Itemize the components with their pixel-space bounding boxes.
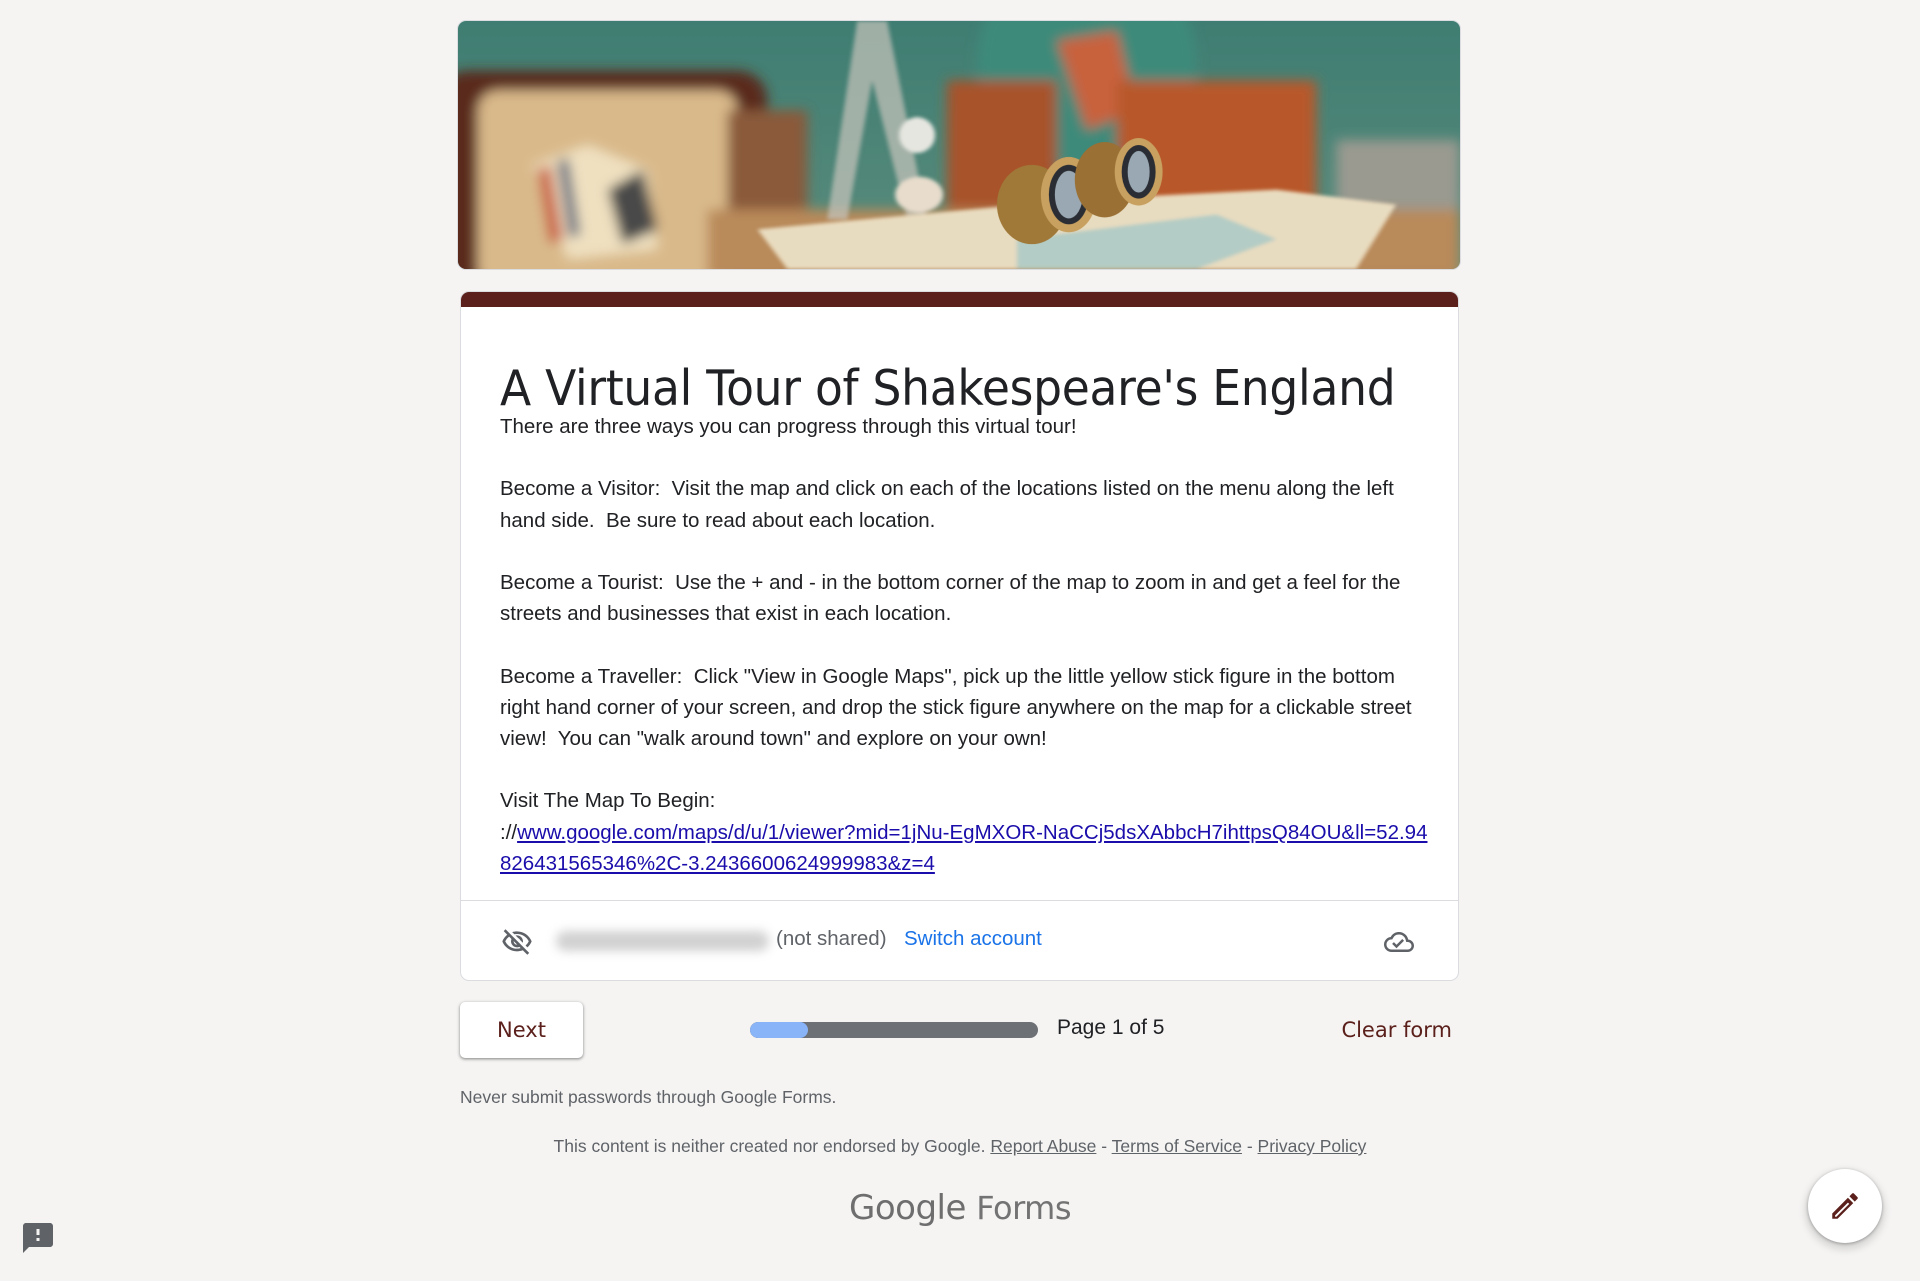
privacy-policy-link[interactable]: Privacy Policy [1258, 1136, 1367, 1156]
google-forms-logo[interactable]: Google Forms [0, 1188, 1920, 1228]
account-email-blurred [556, 931, 769, 951]
feedback-button[interactable] [20, 1220, 56, 1256]
form-title: A Virtual Tour of Shakespeare's England [500, 359, 1396, 417]
form-description: There are three ways you can progress th… [500, 411, 1430, 879]
progress-bar-fill [750, 1022, 808, 1038]
description-map: Visit The Map To Begin:://www.google.com… [500, 785, 1430, 879]
link-prefix: :// [500, 820, 518, 844]
logo-google: Google [849, 1188, 966, 1228]
pencil-icon [1832, 1193, 1858, 1219]
separator: - [1241, 1136, 1258, 1156]
description-traveller: Become a Traveller: Click "View in Googl… [500, 664, 1418, 750]
description-tourist: Become a Tourist: Use the + and - in the… [500, 570, 1407, 626]
edit-form-button[interactable] [1808, 1169, 1882, 1243]
eye-off-icon [502, 929, 532, 955]
banner-illustration [458, 21, 1460, 269]
logo-forms: Forms [976, 1189, 1071, 1227]
separator: - [1096, 1136, 1112, 1156]
map-label: Visit The Map To Begin: [500, 789, 716, 813]
description-visitor: Become a Visitor: Visit the map and clic… [500, 477, 1400, 532]
theme-accent-bar [461, 292, 1458, 307]
description-intro: There are three ways you can progress th… [500, 415, 1077, 438]
not-shared-label: (not shared) [776, 927, 887, 950]
feedback-icon [23, 1223, 53, 1253]
form-header-card: A Virtual Tour of Shakespeare's England … [460, 291, 1459, 981]
switch-account-link[interactable]: Switch account [904, 927, 1042, 951]
next-button[interactable]: Next [460, 1002, 583, 1058]
page-indicator: Page 1 of 5 [1057, 1016, 1165, 1039]
map-link[interactable]: www.google.com/maps/d/u/1/viewer?mid=1jN… [500, 821, 1427, 875]
footer-disclaimer: This content is neither created nor endo… [0, 1136, 1920, 1157]
cloud-check-icon [1384, 932, 1414, 952]
password-warning: Never submit passwords through Google Fo… [460, 1087, 837, 1107]
report-abuse-link[interactable]: Report Abuse [990, 1136, 1096, 1156]
header-banner-image [457, 20, 1461, 270]
clear-form-button[interactable]: Clear form [1322, 1004, 1452, 1056]
account-row: (not shared) Switch account [461, 901, 1458, 980]
disclaimer-text: This content is neither created nor endo… [553, 1136, 986, 1156]
terms-of-service-link[interactable]: Terms of Service [1112, 1136, 1242, 1156]
progress-bar [750, 1022, 1038, 1038]
